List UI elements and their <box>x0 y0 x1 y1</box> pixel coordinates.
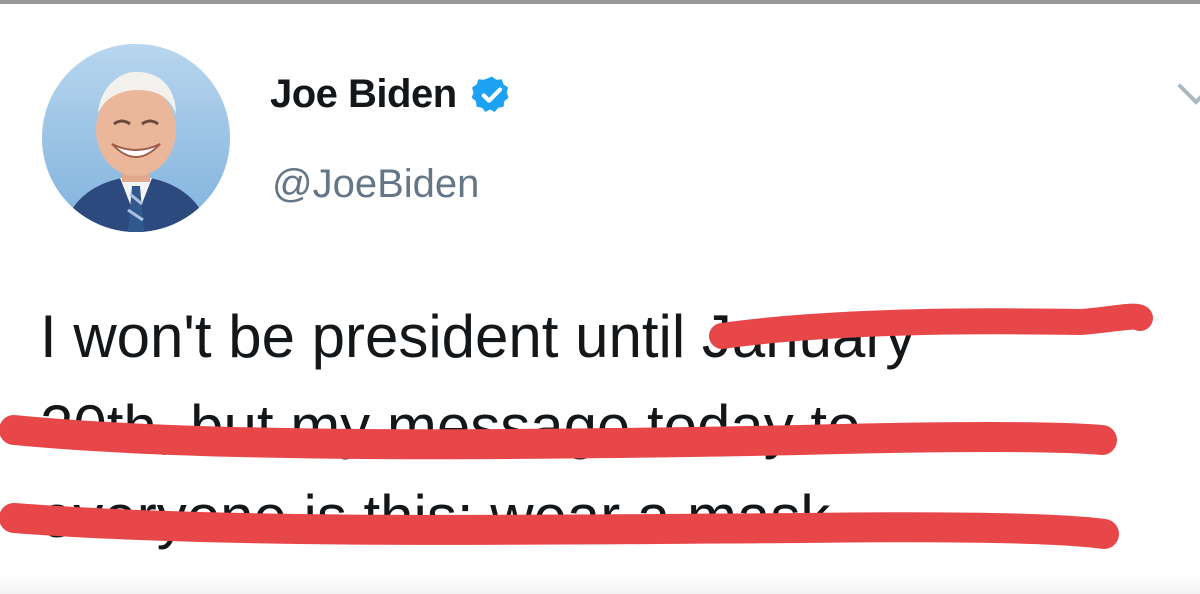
profile-photo-icon <box>42 44 230 232</box>
top-divider <box>0 0 1200 4</box>
chevron-down-icon[interactable] <box>1176 80 1200 115</box>
bottom-edge <box>0 572 1200 594</box>
author-handle[interactable]: @JoeBiden <box>272 162 479 207</box>
avatar[interactable] <box>42 44 230 232</box>
author-display-name[interactable]: Joe Biden <box>270 72 457 117</box>
tweet-line-2: 20th, but my message today to <box>40 393 861 460</box>
tweet-line-3: everyone is this: wear a mask. <box>40 483 847 550</box>
tweet-body: I won't be president until January 20th,… <box>40 292 1170 562</box>
tweet-line-1: I won't be president until January <box>40 303 916 370</box>
author-name-row[interactable]: Joe Biden <box>270 72 513 117</box>
verified-badge-icon <box>471 74 513 116</box>
